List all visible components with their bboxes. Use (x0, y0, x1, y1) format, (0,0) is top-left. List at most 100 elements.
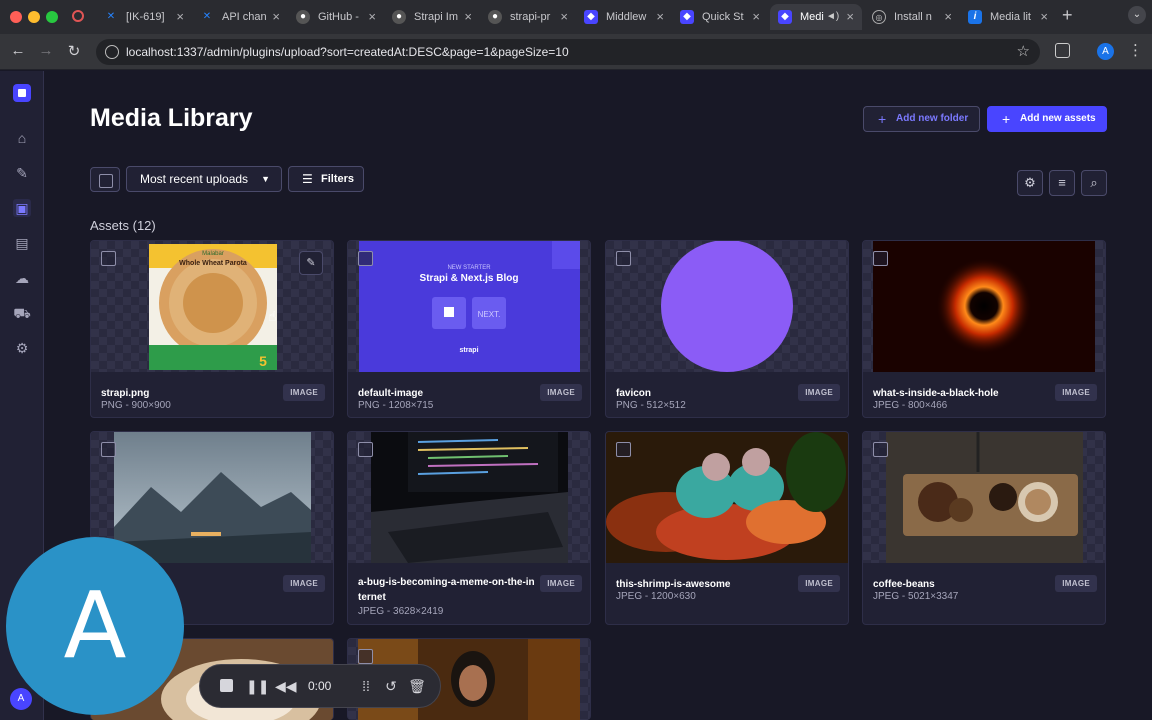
cloud-icon[interactable]: ☁ (13, 269, 31, 287)
close-icon[interactable]: × (1040, 4, 1048, 30)
rewind-icon[interactable]: ◀◀ (275, 677, 297, 695)
profile-avatar[interactable]: A (1097, 43, 1114, 60)
content-manager-icon[interactable]: ✎ (13, 164, 31, 182)
browser-address-bar: ← → ↻ localhost:1337/admin/plugins/uploa… (0, 34, 1152, 70)
asset-thumbnail[interactable]: NEW STARTER Strapi & Next.js Blog NEXT. … (348, 241, 590, 372)
tab-label: Strapi Im (414, 11, 459, 23)
asset-card[interactable]: NEW STARTER Strapi & Next.js Blog NEXT. … (347, 240, 591, 418)
tab-strapi-2[interactable]: ◆ Quick St × (672, 4, 768, 30)
filter-icon: ☰ (302, 172, 313, 186)
grid-dots-icon[interactable]: ⁞⁞ (356, 677, 376, 695)
maximize-window-button[interactable] (46, 11, 58, 23)
sort-select[interactable]: Most recent uploads ▼ (126, 166, 282, 192)
pause-button[interactable]: ❚❚ (246, 677, 269, 695)
github-icon: ● (488, 10, 502, 24)
speaker-icon[interactable]: ◄) (826, 4, 839, 30)
close-icon[interactable]: × (272, 4, 280, 30)
asset-thumbnail[interactable] (863, 241, 1105, 372)
asset-type-badge: IMAGE (540, 575, 582, 592)
tab-github-2[interactable]: ● Strapi Im × (384, 4, 480, 30)
select-all-checkbox[interactable] (90, 167, 120, 192)
recording-tab-icon[interactable] (72, 10, 84, 22)
tab-github-1[interactable]: ● GitHub - × (288, 4, 384, 30)
close-icon[interactable]: × (464, 4, 472, 30)
asset-checkbox[interactable] (358, 442, 373, 457)
site-info-icon[interactable] (105, 45, 119, 59)
info-icon: i (968, 10, 982, 24)
tab-search-button[interactable]: ⌄ (1128, 6, 1146, 24)
tab-jira-1[interactable]: ✕ [IK-619] × (96, 4, 192, 30)
close-icon[interactable]: × (368, 4, 376, 30)
asset-checkbox[interactable] (101, 251, 116, 266)
view-settings-gear-button[interactable]: ⚙ (1017, 170, 1043, 196)
plus-icon: + (878, 111, 887, 127)
asset-card[interactable]: what-s-inside-a-black-hole JPEG - 800×46… (862, 240, 1106, 418)
asset-checkbox[interactable] (358, 649, 373, 664)
asset-card[interactable]: coffee-beans JPEG - 5021×3347 IMAGE (862, 431, 1106, 625)
github-icon: ● (392, 10, 406, 24)
close-icon[interactable]: × (176, 4, 184, 30)
tab-strapi-1[interactable]: ◆ Middlew × (576, 4, 672, 30)
tab-github-3[interactable]: ● strapi-pr × (480, 4, 576, 30)
strapi-logo[interactable] (13, 84, 31, 102)
add-new-folder-button[interactable]: + Add new folder (863, 106, 980, 132)
list-view-button[interactable]: ≡ (1049, 170, 1075, 196)
edit-pencil-icon[interactable]: ✎ (299, 251, 323, 275)
asset-card[interactable]: a-bug-is-becoming-a-meme-on-the-internet… (347, 431, 591, 625)
add-new-assets-button[interactable]: + Add new assets (987, 106, 1107, 132)
tab-install[interactable]: ◎ Install n × (864, 4, 960, 30)
asset-checkbox[interactable] (616, 251, 631, 266)
bookmark-star-icon[interactable]: ☆ (1017, 42, 1030, 60)
forward-button[interactable]: → (36, 42, 56, 59)
restart-icon[interactable]: ↺ (381, 677, 401, 695)
stop-recording-button[interactable] (216, 677, 236, 696)
asset-checkbox[interactable] (873, 251, 888, 266)
asset-thumbnail[interactable] (606, 241, 848, 372)
user-avatar[interactable]: A (10, 688, 32, 710)
asset-thumbnail[interactable] (606, 432, 848, 563)
search-button[interactable]: ⌕ (1081, 170, 1107, 196)
close-icon[interactable]: × (560, 4, 568, 30)
filters-label: Filters (321, 173, 355, 185)
asset-card[interactable]: favicon PNG - 512×512 IMAGE (605, 240, 849, 418)
coffee-beans-image (886, 432, 1083, 563)
blog-title-text: Strapi & Next.js Blog (420, 273, 519, 284)
close-icon[interactable]: × (846, 4, 854, 30)
close-icon[interactable]: × (656, 4, 664, 30)
close-icon[interactable]: × (944, 4, 952, 30)
home-icon[interactable]: ⌂ (13, 129, 31, 147)
asset-name: coffee-beans (873, 579, 935, 590)
url-field[interactable]: localhost:1337/admin/plugins/upload?sort… (96, 39, 1040, 65)
asset-checkbox[interactable] (101, 442, 116, 457)
asset-thumbnail[interactable]: Malabar Whole Wheat Parota 5 (91, 241, 333, 372)
asset-card[interactable]: this-shrimp-is-awesome JPEG - 1200×630 I… (605, 431, 849, 625)
tab-jira-2[interactable]: ✕ API chan × (192, 4, 288, 30)
media-library-icon[interactable]: ▣ (13, 199, 31, 217)
asset-card[interactable]: Malabar Whole Wheat Parota 5 ✎ strapi.pn… (90, 240, 334, 418)
asset-thumbnail[interactable] (348, 432, 590, 563)
parota-brand-text: Malabar (202, 251, 224, 257)
content-type-builder-icon[interactable]: ▤ (13, 234, 31, 252)
asset-checkbox[interactable] (616, 442, 631, 457)
tab-label: Middlew (606, 11, 647, 23)
url-text[interactable]: localhost:1337/admin/plugins/upload?sort… (126, 45, 569, 59)
browser-menu-icon[interactable]: ⋮ (1128, 41, 1143, 59)
minimize-window-button[interactable] (28, 11, 40, 23)
settings-gear-icon[interactable]: ⚙ (13, 339, 31, 357)
extensions-icon[interactable] (1055, 43, 1070, 58)
strapi-icon: ◆ (584, 10, 598, 24)
tab-media-library-active[interactable]: ◆ Medi ◄) × (770, 4, 862, 30)
asset-checkbox[interactable] (873, 442, 888, 457)
asset-checkbox[interactable] (358, 251, 373, 266)
new-tab-button[interactable]: + (1062, 5, 1073, 26)
asset-type-badge: IMAGE (283, 384, 325, 401)
asset-thumbnail[interactable] (863, 432, 1105, 563)
close-window-button[interactable] (10, 11, 22, 23)
reload-button[interactable]: ↻ (64, 42, 84, 60)
close-icon[interactable]: × (752, 4, 760, 30)
filters-button[interactable]: ☰ Filters (288, 166, 364, 192)
tab-media-lit[interactable]: i Media lit × (960, 4, 1056, 30)
marketplace-icon[interactable]: ⛟ (13, 304, 31, 322)
back-button[interactable]: ← (8, 42, 28, 59)
trash-icon[interactable]: 🗑 (407, 677, 427, 695)
